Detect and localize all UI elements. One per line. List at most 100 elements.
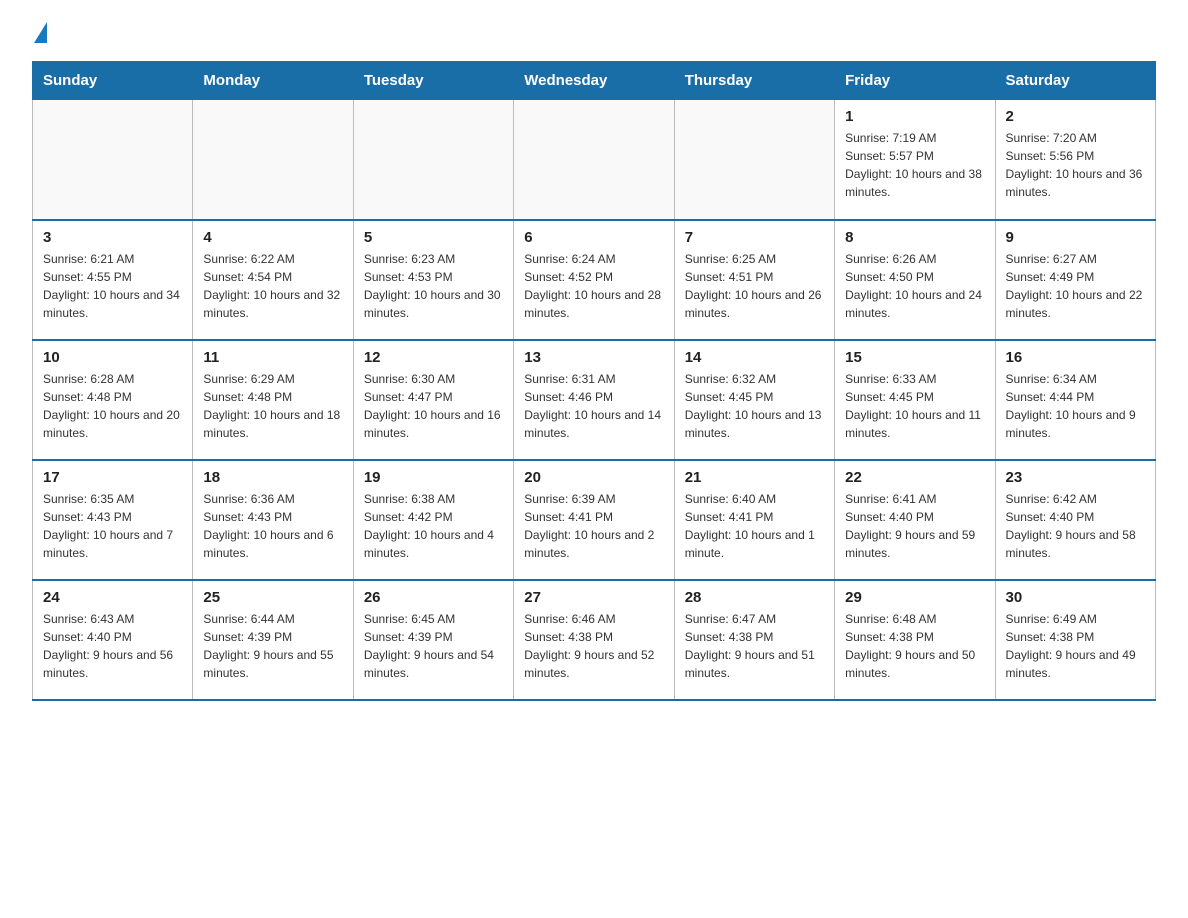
day-info: Sunrise: 6:32 AM Sunset: 4:45 PM Dayligh… (685, 370, 824, 442)
day-number: 28 (685, 589, 824, 606)
day-cell: 8 Sunrise: 6:26 AM Sunset: 4:50 PM Daylig… (835, 220, 995, 340)
header-monday: Monday (193, 62, 353, 100)
day-info: Sunrise: 6:33 AM Sunset: 4:45 PM Dayligh… (845, 370, 984, 442)
header-tuesday: Tuesday (353, 62, 513, 100)
day-number: 18 (203, 469, 342, 486)
day-number: 11 (203, 349, 342, 366)
day-number: 30 (1006, 589, 1145, 606)
day-cell: 28 Sunrise: 6:47 AM Sunset: 4:38 PM Dayli… (674, 580, 834, 700)
day-cell: 15 Sunrise: 6:33 AM Sunset: 4:45 PM Dayli… (835, 340, 995, 460)
day-info: Sunrise: 6:22 AM Sunset: 4:54 PM Dayligh… (203, 250, 342, 322)
day-number: 27 (524, 589, 663, 606)
day-info: Sunrise: 6:35 AM Sunset: 4:43 PM Dayligh… (43, 490, 182, 562)
logo (32, 24, 47, 43)
header-thursday: Thursday (674, 62, 834, 100)
day-cell: 17 Sunrise: 6:35 AM Sunset: 4:43 PM Dayli… (33, 460, 193, 580)
week-row-1: 1Sunrise: 7:19 AM Sunset: 5:57 PM Daylig… (33, 100, 1156, 220)
day-cell: 6 Sunrise: 6:24 AM Sunset: 4:52 PM Daylig… (514, 220, 674, 340)
day-number: 10 (43, 349, 182, 366)
day-cell: 29 Sunrise: 6:48 AM Sunset: 4:38 PM Dayli… (835, 580, 995, 700)
header-wednesday: Wednesday (514, 62, 674, 100)
day-cell: 19Sunrise: 6:38 AM Sunset: 4:42 PM Dayli… (353, 460, 513, 580)
day-info: Sunrise: 6:47 AM Sunset: 4:38 PM Dayligh… (685, 610, 824, 682)
day-info: Sunrise: 6:42 AM Sunset: 4:40 PM Dayligh… (1006, 490, 1145, 562)
day-number: 6 (524, 229, 663, 246)
day-cell (514, 100, 674, 220)
day-cell (353, 100, 513, 220)
day-info: Sunrise: 6:28 AM Sunset: 4:48 PM Dayligh… (43, 370, 182, 442)
day-number: 5 (364, 229, 503, 246)
day-number: 8 (845, 229, 984, 246)
day-number: 20 (524, 469, 663, 486)
day-number: 4 (203, 229, 342, 246)
day-cell: 30Sunrise: 6:49 AM Sunset: 4:38 PM Dayli… (995, 580, 1155, 700)
day-cell: 4 Sunrise: 6:22 AM Sunset: 4:54 PM Daylig… (193, 220, 353, 340)
day-cell: 13 Sunrise: 6:31 AM Sunset: 4:46 PM Dayli… (514, 340, 674, 460)
day-info: Sunrise: 6:43 AM Sunset: 4:40 PM Dayligh… (43, 610, 182, 682)
week-row-5: 24 Sunrise: 6:43 AM Sunset: 4:40 PM Dayli… (33, 580, 1156, 700)
day-cell: 22 Sunrise: 6:41 AM Sunset: 4:40 PM Dayli… (835, 460, 995, 580)
logo-triangle-icon (34, 22, 47, 43)
day-info: Sunrise: 6:29 AM Sunset: 4:48 PM Dayligh… (203, 370, 342, 442)
day-cell: 18Sunrise: 6:36 AM Sunset: 4:43 PM Dayli… (193, 460, 353, 580)
day-info: Sunrise: 6:25 AM Sunset: 4:51 PM Dayligh… (685, 250, 824, 322)
week-row-2: 3 Sunrise: 6:21 AM Sunset: 4:55 PM Daylig… (33, 220, 1156, 340)
day-cell: 10 Sunrise: 6:28 AM Sunset: 4:48 PM Dayli… (33, 340, 193, 460)
day-cell: 12Sunrise: 6:30 AM Sunset: 4:47 PM Dayli… (353, 340, 513, 460)
day-number: 3 (43, 229, 182, 246)
day-cell: 23 Sunrise: 6:42 AM Sunset: 4:40 PM Dayli… (995, 460, 1155, 580)
day-cell: 26Sunrise: 6:45 AM Sunset: 4:39 PM Dayli… (353, 580, 513, 700)
day-number: 12 (364, 349, 503, 366)
day-info: Sunrise: 6:41 AM Sunset: 4:40 PM Dayligh… (845, 490, 984, 562)
day-cell: 5 Sunrise: 6:23 AM Sunset: 4:53 PM Daylig… (353, 220, 513, 340)
day-cell: 14 Sunrise: 6:32 AM Sunset: 4:45 PM Dayli… (674, 340, 834, 460)
day-info: Sunrise: 6:21 AM Sunset: 4:55 PM Dayligh… (43, 250, 182, 322)
day-number: 16 (1006, 349, 1145, 366)
week-row-3: 10 Sunrise: 6:28 AM Sunset: 4:48 PM Dayli… (33, 340, 1156, 460)
day-cell: 25 Sunrise: 6:44 AM Sunset: 4:39 PM Dayli… (193, 580, 353, 700)
day-cell (33, 100, 193, 220)
day-number: 25 (203, 589, 342, 606)
day-info: Sunrise: 6:31 AM Sunset: 4:46 PM Dayligh… (524, 370, 663, 442)
calendar-table: SundayMondayTuesdayWednesdayThursdayFrid… (32, 61, 1156, 701)
day-cell: 9 Sunrise: 6:27 AM Sunset: 4:49 PM Daylig… (995, 220, 1155, 340)
header-sunday: Sunday (33, 62, 193, 100)
day-number: 14 (685, 349, 824, 366)
day-number: 22 (845, 469, 984, 486)
day-info: Sunrise: 6:27 AM Sunset: 4:49 PM Dayligh… (1006, 250, 1145, 322)
day-cell: 20 Sunrise: 6:39 AM Sunset: 4:41 PM Dayli… (514, 460, 674, 580)
day-info: Sunrise: 6:38 AM Sunset: 4:42 PM Dayligh… (364, 490, 503, 562)
day-number: 21 (685, 469, 824, 486)
day-number: 7 (685, 229, 824, 246)
day-info: Sunrise: 6:26 AM Sunset: 4:50 PM Dayligh… (845, 250, 984, 322)
day-cell: 11 Sunrise: 6:29 AM Sunset: 4:48 PM Dayli… (193, 340, 353, 460)
week-row-4: 17 Sunrise: 6:35 AM Sunset: 4:43 PM Dayli… (33, 460, 1156, 580)
page-header (32, 24, 1156, 43)
day-info: Sunrise: 6:44 AM Sunset: 4:39 PM Dayligh… (203, 610, 342, 682)
day-cell: 1Sunrise: 7:19 AM Sunset: 5:57 PM Daylig… (835, 100, 995, 220)
day-number: 15 (845, 349, 984, 366)
day-cell (674, 100, 834, 220)
day-info: Sunrise: 6:40 AM Sunset: 4:41 PM Dayligh… (685, 490, 824, 562)
day-number: 9 (1006, 229, 1145, 246)
day-info: Sunrise: 6:46 AM Sunset: 4:38 PM Dayligh… (524, 610, 663, 682)
day-number: 24 (43, 589, 182, 606)
day-number: 26 (364, 589, 503, 606)
day-info: Sunrise: 7:20 AM Sunset: 5:56 PM Dayligh… (1006, 129, 1145, 201)
day-number: 23 (1006, 469, 1145, 486)
day-cell: 24 Sunrise: 6:43 AM Sunset: 4:40 PM Dayli… (33, 580, 193, 700)
day-info: Sunrise: 7:19 AM Sunset: 5:57 PM Dayligh… (845, 129, 984, 201)
day-cell: 2Sunrise: 7:20 AM Sunset: 5:56 PM Daylig… (995, 100, 1155, 220)
day-info: Sunrise: 6:23 AM Sunset: 4:53 PM Dayligh… (364, 250, 503, 322)
day-number: 13 (524, 349, 663, 366)
day-cell: 16Sunrise: 6:34 AM Sunset: 4:44 PM Dayli… (995, 340, 1155, 460)
day-info: Sunrise: 6:24 AM Sunset: 4:52 PM Dayligh… (524, 250, 663, 322)
days-header-row: SundayMondayTuesdayWednesdayThursdayFrid… (33, 62, 1156, 100)
day-number: 17 (43, 469, 182, 486)
day-cell: 7 Sunrise: 6:25 AM Sunset: 4:51 PM Daylig… (674, 220, 834, 340)
day-info: Sunrise: 6:48 AM Sunset: 4:38 PM Dayligh… (845, 610, 984, 682)
day-number: 29 (845, 589, 984, 606)
day-cell (193, 100, 353, 220)
day-info: Sunrise: 6:39 AM Sunset: 4:41 PM Dayligh… (524, 490, 663, 562)
header-saturday: Saturday (995, 62, 1155, 100)
